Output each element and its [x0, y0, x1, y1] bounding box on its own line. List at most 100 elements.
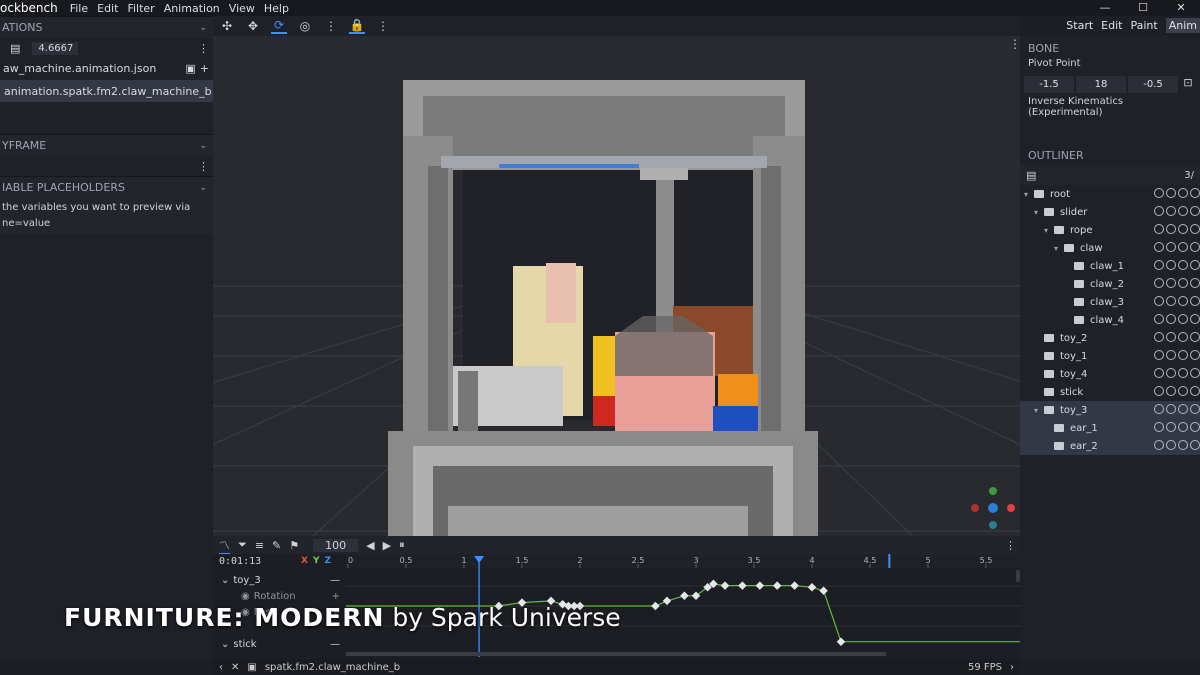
menu-animation[interactable]: Animation	[164, 2, 220, 15]
chevron-down-icon[interactable]: ⌄	[199, 141, 207, 151]
camera-icon[interactable]	[1178, 422, 1188, 432]
chevron-down-icon[interactable]: ▾	[1024, 190, 1034, 199]
menu-filter[interactable]: Filter	[127, 2, 154, 15]
save-icon[interactable]: ▣	[185, 62, 195, 75]
keyframe-point[interactable]	[680, 591, 689, 601]
filter-icon[interactable]: ⏷	[238, 538, 247, 552]
lock-icon[interactable]	[1154, 242, 1164, 252]
placeholders-panel-header[interactable]: IABLE PLACEHOLDERS ⌄	[0, 176, 213, 198]
outliner-node[interactable]: toy_4	[1020, 365, 1200, 383]
eye-icon[interactable]: ◉	[241, 591, 250, 602]
lock-icon[interactable]	[1154, 386, 1164, 396]
add-keyframe-icon[interactable]: +	[332, 591, 340, 602]
visibility-icon[interactable]	[1190, 278, 1200, 288]
mode-animate[interactable]: Anim	[1165, 18, 1200, 33]
speed-input[interactable]: 100	[313, 538, 359, 552]
menu-edit[interactable]: Edit	[97, 2, 118, 15]
lock-icon[interactable]	[1154, 332, 1164, 342]
mode-edit[interactable]: Edit	[1101, 19, 1122, 32]
star-icon[interactable]	[1166, 350, 1176, 360]
chevron-down-icon[interactable]: ⌄	[221, 639, 229, 650]
timeline-scrollbar[interactable]	[1016, 570, 1020, 582]
star-icon[interactable]	[1166, 332, 1176, 342]
star-icon[interactable]	[1166, 296, 1176, 306]
keyframe-point[interactable]	[807, 583, 817, 592]
outliner-node[interactable]: ▾ rope	[1020, 221, 1200, 239]
flag-icon[interactable]: ⚑	[289, 539, 299, 552]
camera-icon[interactable]	[1178, 386, 1188, 396]
camera-icon[interactable]	[1178, 260, 1188, 270]
chevron-down-icon[interactable]: ⌄	[221, 575, 229, 586]
lock-icon[interactable]	[1154, 404, 1164, 414]
visibility-icon[interactable]	[1190, 422, 1200, 432]
chevron-right-icon[interactable]: ›	[1010, 662, 1014, 673]
visibility-icon[interactable]	[1190, 206, 1200, 216]
close-tab-icon[interactable]: ✕	[231, 662, 239, 673]
pivot-y-input[interactable]: 18	[1076, 76, 1126, 93]
more-icon[interactable]: ⋮	[375, 19, 391, 33]
star-icon[interactable]	[1166, 440, 1176, 450]
visibility-icon[interactable]	[1190, 368, 1200, 378]
chevron-down-icon[interactable]: ▾	[1044, 226, 1054, 235]
collapse-icon[interactable]: —	[330, 575, 340, 586]
lock-icon[interactable]	[1154, 188, 1164, 198]
mode-start[interactable]: Start	[1066, 19, 1093, 32]
outliner-node[interactable]: toy_1	[1020, 347, 1200, 365]
outliner-node[interactable]: ear_1	[1020, 419, 1200, 437]
timeline-channel-row[interactable]: ◉ Rotation +	[213, 588, 346, 604]
add-icon[interactable]: +	[200, 62, 209, 75]
magic-icon[interactable]: ✎	[272, 539, 281, 552]
mode-paint[interactable]: Paint	[1130, 19, 1157, 32]
minimize-icon[interactable]: —	[1086, 0, 1124, 16]
star-icon[interactable]	[1166, 242, 1176, 252]
keyframe-point[interactable]	[836, 637, 846, 646]
visibility-icon[interactable]	[1190, 188, 1200, 198]
outliner-add-icon[interactable]: ▤	[1026, 169, 1036, 182]
chevron-down-icon[interactable]: ▾	[1034, 208, 1044, 217]
star-icon[interactable]	[1166, 206, 1176, 216]
lock-icon[interactable]	[1154, 314, 1164, 324]
outliner-node[interactable]: claw_4	[1020, 311, 1200, 329]
keyframe-point[interactable]	[651, 601, 660, 611]
outliner-node[interactable]: stick	[1020, 383, 1200, 401]
visibility-icon[interactable]	[1190, 224, 1200, 234]
lock-icon[interactable]	[1154, 206, 1164, 216]
outliner-node[interactable]: ▾ slider	[1020, 203, 1200, 221]
tool-icon[interactable]: ✣	[219, 19, 235, 33]
axis-x[interactable]: X	[301, 556, 308, 566]
star-icon[interactable]	[1166, 368, 1176, 378]
keyframe-point[interactable]	[819, 586, 828, 595]
collapse-icon[interactable]: —	[330, 639, 340, 650]
lock-icon[interactable]	[1154, 422, 1164, 432]
graph-icon[interactable]: 〽	[219, 537, 230, 554]
camera-icon[interactable]	[1178, 332, 1188, 342]
more-icon[interactable]: ⋮	[323, 19, 339, 33]
animation-item[interactable]: animation.spatk.fm2.claw_machine_b.p ⊙	[0, 80, 231, 102]
star-icon[interactable]	[1166, 260, 1176, 270]
close-icon[interactable]: ✕	[1162, 0, 1200, 16]
camera-icon[interactable]	[1178, 440, 1188, 450]
pause-icon[interactable]: ⏸	[399, 538, 405, 552]
pivot-icon[interactable]: ◎	[297, 19, 313, 33]
pivot-z-input[interactable]: -0.5	[1128, 76, 1178, 93]
outliner-node[interactable]: ▾ toy_3	[1020, 401, 1200, 419]
outliner-node[interactable]: ▾ root	[1020, 185, 1200, 203]
chevron-down-icon[interactable]: ⌄	[199, 23, 207, 33]
menu-help[interactable]: Help	[264, 2, 289, 15]
keyframe-point[interactable]	[662, 596, 672, 606]
camera-icon[interactable]	[1178, 206, 1188, 216]
lock-icon[interactable]	[1154, 368, 1164, 378]
star-icon[interactable]	[1166, 404, 1176, 414]
keyframe-point[interactable]	[691, 591, 701, 601]
more-icon[interactable]: ⋮	[198, 160, 209, 173]
timeline-group-row[interactable]: ⌄ toy_3 —	[213, 572, 346, 588]
menu-view[interactable]: View	[229, 2, 255, 15]
lock-icon[interactable]	[1154, 440, 1164, 450]
ik-label[interactable]: Inverse Kinematics (Experimental)	[1020, 93, 1200, 121]
star-icon[interactable]	[1166, 278, 1176, 288]
camera-icon[interactable]	[1178, 314, 1188, 324]
lock-icon[interactable]	[1154, 278, 1164, 288]
lock-icon[interactable]	[1154, 296, 1164, 306]
camera-icon[interactable]	[1178, 242, 1188, 252]
next-keyframe-icon[interactable]: ▶	[383, 539, 391, 552]
